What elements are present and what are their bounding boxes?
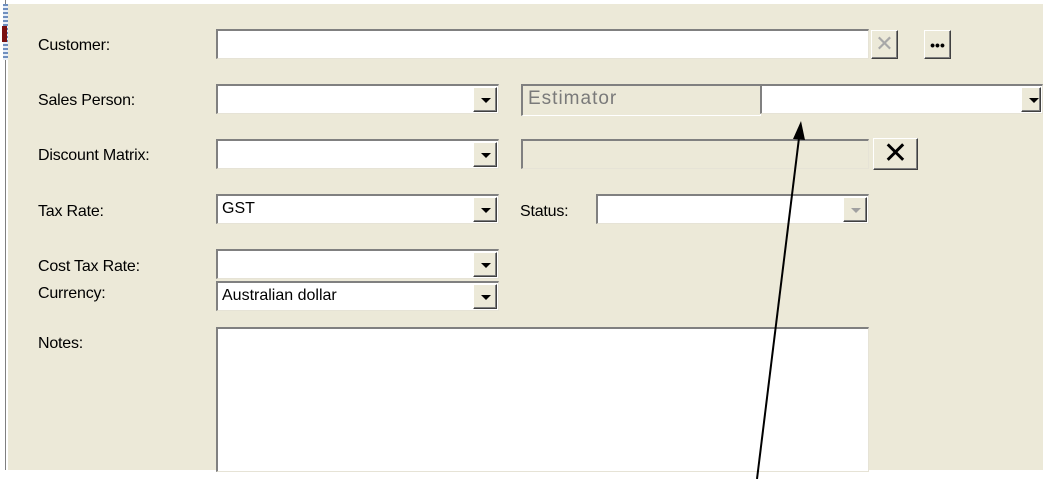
arrow-icon bbox=[756, 121, 805, 479]
